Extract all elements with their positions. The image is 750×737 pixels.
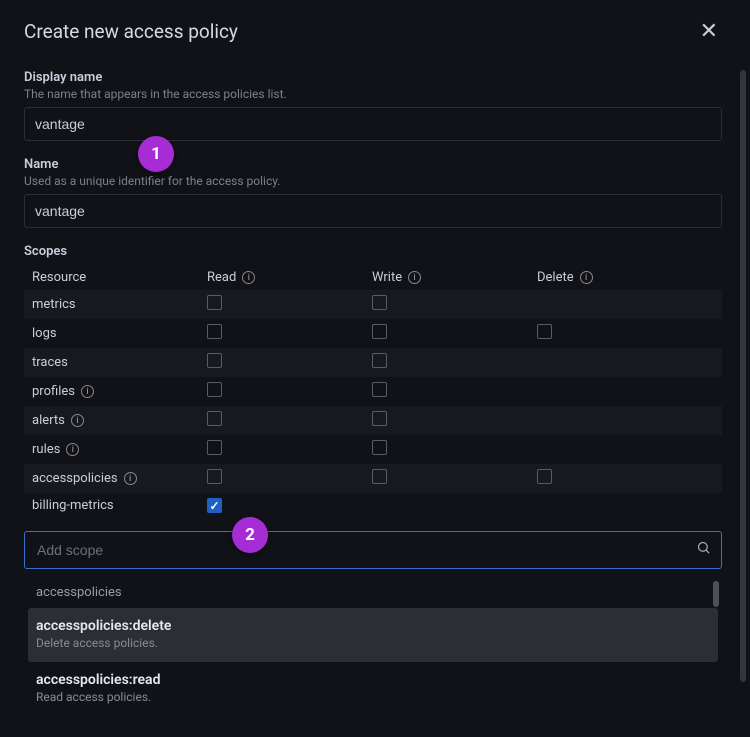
info-icon[interactable]: i xyxy=(580,271,593,284)
read-checkbox[interactable] xyxy=(207,353,222,368)
read-cell xyxy=(207,295,372,314)
read-checkbox[interactable] xyxy=(207,295,222,310)
read-column-header: Read i xyxy=(207,270,372,285)
read-cell xyxy=(207,498,372,514)
table-row: billing-metrics xyxy=(24,493,722,519)
table-row: traces xyxy=(24,348,722,377)
write-cell xyxy=(372,353,537,372)
write-checkbox[interactable] xyxy=(372,295,387,310)
add-scope-box[interactable] xyxy=(24,531,722,569)
table-row: logs xyxy=(24,319,722,348)
scopes-section: Scopes Resource Read i Write i Delete i xyxy=(24,244,738,519)
info-icon[interactable]: i xyxy=(71,414,84,427)
resource-name: rulesi xyxy=(32,442,207,457)
info-icon[interactable]: i xyxy=(242,271,255,284)
write-column-header: Write i xyxy=(372,270,537,285)
dropdown-item-desc: Delete access policies. xyxy=(36,636,706,650)
read-cell xyxy=(207,440,372,459)
annotation-badge-2: 2 xyxy=(232,517,268,553)
resource-name: accesspoliciesi xyxy=(32,471,207,486)
name-label: Name xyxy=(24,157,722,172)
table-row: metrics xyxy=(24,290,722,319)
dropdown-item-title: accesspolicies:read xyxy=(36,672,710,688)
read-checkbox[interactable] xyxy=(207,440,222,455)
resource-name: alertsi xyxy=(32,413,207,428)
dropdown-item[interactable]: accesspolicies:delete Delete access polic… xyxy=(28,608,718,662)
delete-checkbox[interactable] xyxy=(537,469,552,484)
table-row: accesspoliciesi xyxy=(24,464,722,493)
write-checkbox[interactable] xyxy=(372,440,387,455)
dialog-scrollbar[interactable] xyxy=(740,70,746,682)
scopes-label: Scopes xyxy=(24,244,722,259)
name-help: Used as a unique identifier for the acce… xyxy=(24,174,722,188)
resource-name: metrics xyxy=(32,297,207,312)
table-row: profilesi xyxy=(24,377,722,406)
table-row: rulesi xyxy=(24,435,722,464)
resource-column-header: Resource xyxy=(32,270,207,285)
delete-cell xyxy=(537,469,714,488)
read-checkbox[interactable] xyxy=(207,382,222,397)
add-scope-field xyxy=(24,531,738,569)
scopes-table: Resource Read i Write i Delete i metrics… xyxy=(24,265,722,519)
dialog-title: Create new access policy xyxy=(24,20,238,43)
write-checkbox[interactable] xyxy=(372,411,387,426)
read-cell xyxy=(207,382,372,401)
delete-checkbox[interactable] xyxy=(537,324,552,339)
info-icon[interactable]: i xyxy=(408,271,421,284)
dropdown-item-desc: Read access policies. xyxy=(36,690,710,704)
delete-column-header: Delete i xyxy=(537,270,714,285)
info-icon[interactable]: i xyxy=(66,443,79,456)
dropdown-group-label: accesspolicies xyxy=(24,575,722,608)
scopes-table-header: Resource Read i Write i Delete i xyxy=(24,265,722,290)
dropdown-item-title: accesspolicies:delete xyxy=(36,618,706,634)
name-input[interactable] xyxy=(24,194,722,228)
add-scope-input[interactable] xyxy=(35,532,696,568)
dropdown-scrollbar[interactable] xyxy=(713,581,719,607)
resource-name: billing-metrics xyxy=(32,498,207,513)
display-name-field: Display name The name that appears in th… xyxy=(24,70,738,141)
write-cell xyxy=(372,440,537,459)
info-icon[interactable]: i xyxy=(124,472,137,485)
search-icon xyxy=(696,540,711,559)
read-checkbox[interactable] xyxy=(207,324,222,339)
write-cell xyxy=(372,295,537,314)
write-cell xyxy=(372,324,537,343)
resource-name: traces xyxy=(32,355,207,370)
scope-dropdown: accesspolicies accesspolicies:delete Dele… xyxy=(24,575,722,716)
create-access-policy-dialog: Create new access policy ✕ Display name … xyxy=(0,0,750,737)
write-cell xyxy=(372,411,537,430)
write-checkbox[interactable] xyxy=(372,469,387,484)
display-name-help: The name that appears in the access poli… xyxy=(24,87,722,101)
display-name-input[interactable] xyxy=(24,107,722,141)
write-checkbox[interactable] xyxy=(372,353,387,368)
close-button[interactable]: ✕ xyxy=(692,16,726,46)
annotation-badge-1: 1 xyxy=(138,136,174,172)
read-cell xyxy=(207,324,372,343)
table-row: alertsi xyxy=(24,406,722,435)
dialog-content: Display name The name that appears in th… xyxy=(24,70,750,735)
write-checkbox[interactable] xyxy=(372,324,387,339)
close-icon: ✕ xyxy=(700,18,718,43)
read-cell xyxy=(207,469,372,488)
read-checkbox[interactable] xyxy=(207,498,222,513)
delete-cell xyxy=(537,324,714,343)
dropdown-item[interactable]: accesspolicies:read Read access policies. xyxy=(24,662,722,716)
read-cell xyxy=(207,411,372,430)
display-name-label: Display name xyxy=(24,70,722,85)
write-cell xyxy=(372,469,537,488)
name-field: Name Used as a unique identifier for the… xyxy=(24,157,738,228)
info-icon[interactable]: i xyxy=(81,385,94,398)
read-checkbox[interactable] xyxy=(207,411,222,426)
write-cell xyxy=(372,382,537,401)
dialog-header: Create new access policy ✕ xyxy=(24,16,750,46)
read-cell xyxy=(207,353,372,372)
resource-name: logs xyxy=(32,326,207,341)
write-checkbox[interactable] xyxy=(372,382,387,397)
resource-name: profilesi xyxy=(32,384,207,399)
read-checkbox[interactable] xyxy=(207,469,222,484)
